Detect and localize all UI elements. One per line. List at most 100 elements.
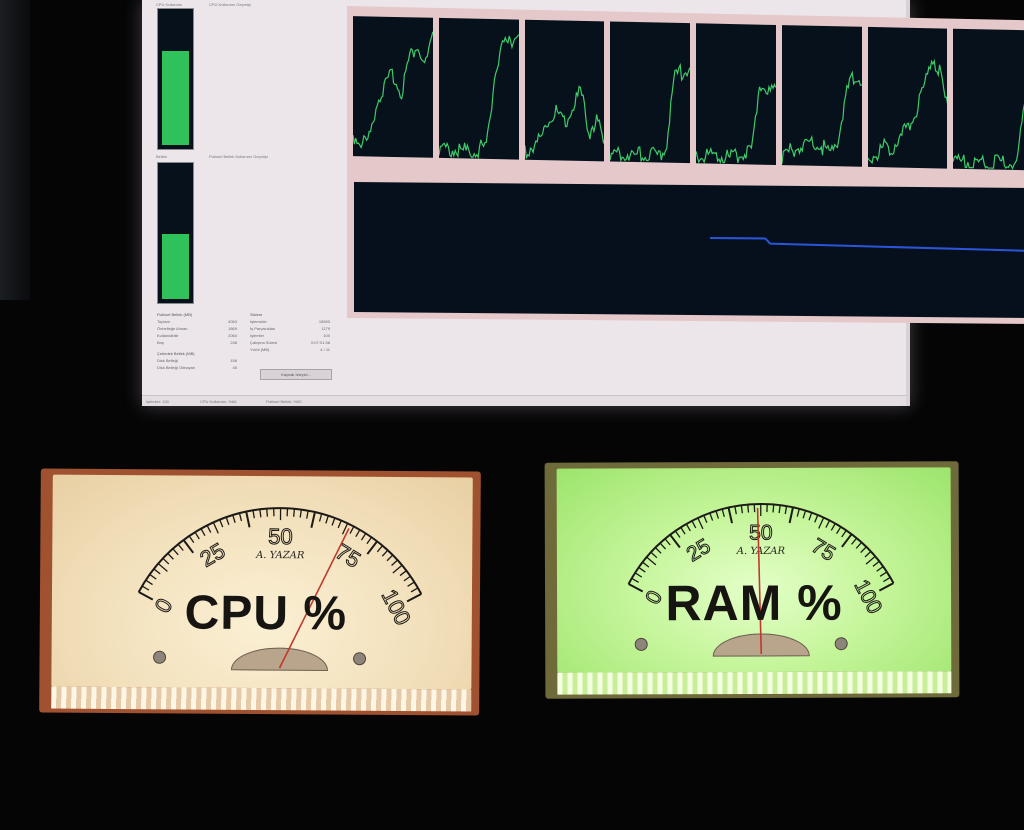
kernel-memory-heading: Çekirdek Bellek (MB): [157, 351, 195, 356]
meter-tick: [306, 510, 309, 519]
meter-tick: [825, 520, 831, 528]
meter-scale-label: 75: [807, 534, 839, 566]
meter-tick: [703, 515, 708, 524]
meter-screw: [634, 637, 648, 651]
system-value: 0:07:01:38: [311, 340, 330, 345]
meter-tick: [747, 504, 750, 513]
meter-signature: A. YAZAR: [255, 550, 305, 561]
meter-tick: [381, 549, 389, 557]
meter-tick: [841, 533, 853, 548]
cpu-core-history-pane: [696, 23, 776, 165]
cpu-core-history-pane: [867, 26, 948, 169]
status-physical-memory: Fiziksel Bellek: %50: [266, 399, 302, 404]
meter-tick: [403, 575, 411, 582]
status-cpu-usage: CPU Kullanımı: %66: [200, 399, 237, 404]
meter-tick: [167, 553, 174, 560]
meter-tick: [153, 568, 161, 575]
meter-tick: [407, 581, 415, 587]
cpu-core-history-pane: [353, 16, 433, 158]
meter-tick: [331, 517, 336, 526]
cpu-core-history-pane: [524, 19, 605, 162]
meter-tick: [182, 539, 195, 554]
cpu-usage-bar: [157, 8, 194, 150]
meter-scale-label: 50: [268, 524, 293, 549]
meter-tick: [310, 511, 316, 528]
meter-tick: [650, 551, 658, 559]
meter-tick: [188, 535, 195, 543]
physical-memory-row: Toplam 4063: [157, 319, 237, 326]
meter-tick: [399, 570, 407, 577]
meter-tick: [674, 530, 681, 538]
physical-memory-row: Kullanılabilir 2064: [157, 333, 237, 340]
kernel-memory-label: Disk Belleği: [157, 358, 178, 363]
meter-tick: [836, 526, 842, 534]
meter-tick: [727, 507, 734, 524]
memory-usage-bar-fill: [162, 233, 189, 299]
meter-signature: A. YAZAR: [736, 546, 786, 557]
meter-tick: [162, 557, 170, 565]
meter-tick: [157, 563, 168, 572]
cpu-bar-caption: CPU Kullanımı: [156, 2, 183, 7]
cpu-analog-meter: 0 25 50 75 100 A. YAZAR CPU %: [39, 468, 481, 716]
system-label: İşlemciler: [250, 319, 267, 324]
meter-tick: [646, 556, 657, 566]
system-label: Çalışma Süresi: [250, 340, 278, 345]
memory-history-graph: [354, 182, 1024, 318]
system-label: İş Parçacıkları: [250, 326, 276, 331]
meter-tick: [841, 530, 847, 538]
physical-memory-label: Kullanılabilir: [157, 333, 179, 338]
meter-tick: [659, 542, 667, 550]
meter-tick: [219, 519, 224, 528]
resource-monitor-label: Kaynak İzleyici...: [281, 372, 311, 377]
meter-tick: [206, 525, 212, 533]
physical-memory-label: Toplam: [157, 319, 170, 324]
meter-tick: [299, 509, 302, 518]
physical-memory-value: 4063: [228, 319, 237, 324]
meter-tick: [266, 508, 269, 517]
cpu-history-caption: CPU Kullanımı Geçmişi: [209, 2, 251, 7]
cpu-meter-face: 0 25 50 75 100 A. YAZAR CPU %: [51, 474, 473, 690]
meter-tick: [855, 541, 863, 549]
meter-tick: [337, 520, 342, 529]
meter-tick: [212, 522, 219, 534]
system-value: 100: [323, 333, 330, 338]
meter-tick: [325, 515, 329, 524]
meter-tick: [808, 512, 813, 521]
cpu-core-history-pane: [438, 17, 519, 160]
meter-tick: [225, 517, 230, 526]
kernel-memory-row: Disk Belleği 156: [157, 358, 237, 365]
physical-memory-label: Önbelleğe Alınan: [157, 326, 188, 331]
memory-history-caption: Fiziksel Bellek Kullanımı Geçmişi: [209, 154, 268, 159]
meter-tick: [642, 561, 650, 568]
kernel-memory-value: 156: [230, 358, 237, 363]
meter-tick: [715, 510, 720, 519]
meter-scale-label: 50: [749, 521, 772, 544]
meter-tick: [172, 548, 179, 556]
physical-memory-heading: Fiziksel Bellek (MB): [157, 312, 193, 317]
system-value: 15593: [318, 319, 330, 324]
ram-meter-rim: [557, 671, 952, 695]
meter-tick: [814, 514, 819, 523]
system-heading: Sistem: [250, 312, 263, 317]
ram-meter-label: RAM %: [665, 574, 843, 632]
meter-tick: [740, 505, 744, 514]
system-row: Çalışma Süresi 0:07:01:38: [250, 340, 330, 347]
system-value: 1179: [321, 326, 330, 331]
memory-history-frame: [347, 178, 1024, 325]
meter-tick: [734, 506, 737, 515]
meter-tick: [232, 514, 236, 523]
resource-monitor-button[interactable]: Kaynak İzleyici...: [260, 369, 332, 380]
meter-tick: [238, 513, 243, 522]
ram-meter-face: 0 25 50 75 100 A. YAZAR RAM %: [556, 467, 952, 673]
meter-tick: [685, 523, 691, 532]
meter-tick: [802, 510, 807, 519]
meter-scale-label: 25: [196, 538, 230, 572]
meter-tick: [709, 512, 714, 521]
system-row: İşlemler 100: [250, 333, 330, 340]
meter-tick: [392, 564, 403, 574]
cpu-core-history-pane: [781, 25, 862, 167]
cpu-meter-label: CPU %: [184, 586, 348, 641]
meter-tick: [778, 505, 781, 514]
meter-tick: [664, 538, 671, 546]
status-processes: İşlemler: 100: [146, 399, 169, 404]
